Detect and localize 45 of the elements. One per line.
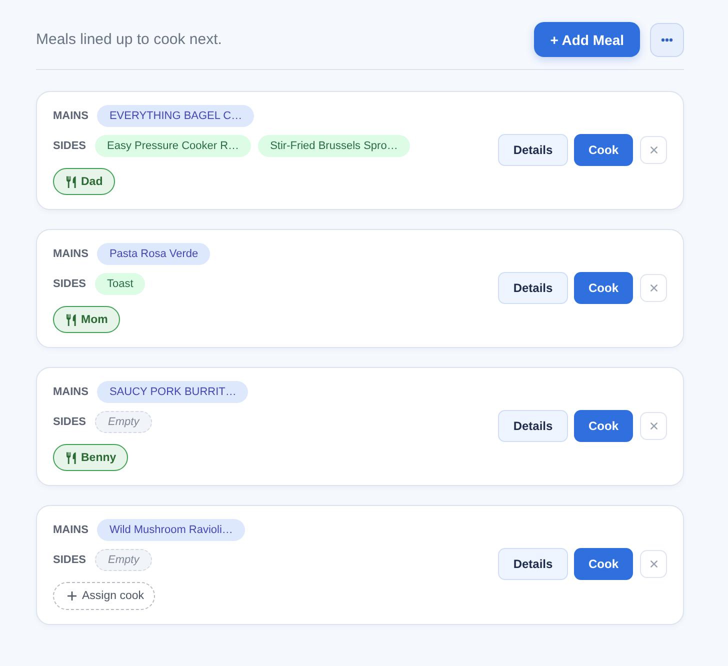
more-icon bbox=[661, 38, 673, 42]
sides-label: SIDES bbox=[53, 140, 86, 152]
dish-tag: Easy Pressure Cooker R… bbox=[95, 134, 252, 156]
empty-tag: Empty bbox=[95, 410, 152, 432]
utensils-icon bbox=[66, 176, 77, 188]
mains-label: MAINS bbox=[53, 110, 88, 122]
cook-button[interactable]: Cook bbox=[574, 134, 633, 166]
utensils-icon bbox=[66, 314, 77, 326]
sides-label: SIDES bbox=[53, 554, 86, 566]
mains-label: MAINS bbox=[53, 386, 88, 398]
details-button[interactable]: Details bbox=[498, 410, 568, 442]
page-subtitle: Meals lined up to cook next. bbox=[36, 31, 222, 48]
more-button[interactable] bbox=[650, 22, 684, 56]
cook-tag[interactable]: Benny bbox=[53, 444, 128, 471]
dish-tag: SAUCY PORK BURRIT… bbox=[97, 380, 248, 402]
assign-cook-button[interactable]: Assign cook bbox=[53, 582, 156, 610]
add-meal-button[interactable]: + Add Meal bbox=[534, 22, 640, 57]
empty-tag: Empty bbox=[95, 548, 152, 570]
details-button[interactable]: Details bbox=[498, 272, 568, 304]
mains-label: MAINS bbox=[53, 248, 88, 260]
dish-tag: Wild Mushroom Ravioli… bbox=[97, 518, 245, 540]
close-icon bbox=[650, 422, 658, 430]
remove-button[interactable] bbox=[640, 550, 667, 578]
close-icon bbox=[650, 146, 658, 154]
close-icon bbox=[650, 284, 658, 292]
remove-button[interactable] bbox=[640, 274, 667, 302]
cook-tag[interactable]: Dad bbox=[53, 168, 115, 195]
dish-tag: EVERYTHING BAGEL C… bbox=[97, 104, 254, 126]
cook-button[interactable]: Cook bbox=[574, 548, 633, 580]
plus-icon bbox=[67, 591, 77, 601]
dish-tag: Stir-Fried Brussels Spro… bbox=[258, 134, 410, 156]
cook-button[interactable]: Cook bbox=[574, 272, 633, 304]
cook-button[interactable]: Cook bbox=[574, 410, 633, 442]
remove-button[interactable] bbox=[640, 136, 667, 164]
details-button[interactable]: Details bbox=[498, 548, 568, 580]
sides-label: SIDES bbox=[53, 278, 86, 290]
cook-tag[interactable]: Mom bbox=[53, 306, 120, 333]
sides-label: SIDES bbox=[53, 416, 86, 428]
utensils-icon bbox=[66, 452, 77, 464]
remove-button[interactable] bbox=[640, 412, 667, 440]
mains-label: MAINS bbox=[53, 524, 88, 536]
dish-tag: Toast bbox=[95, 272, 146, 294]
details-button[interactable]: Details bbox=[498, 134, 568, 166]
close-icon bbox=[650, 560, 658, 568]
dish-tag: Pasta Rosa Verde bbox=[97, 242, 210, 264]
